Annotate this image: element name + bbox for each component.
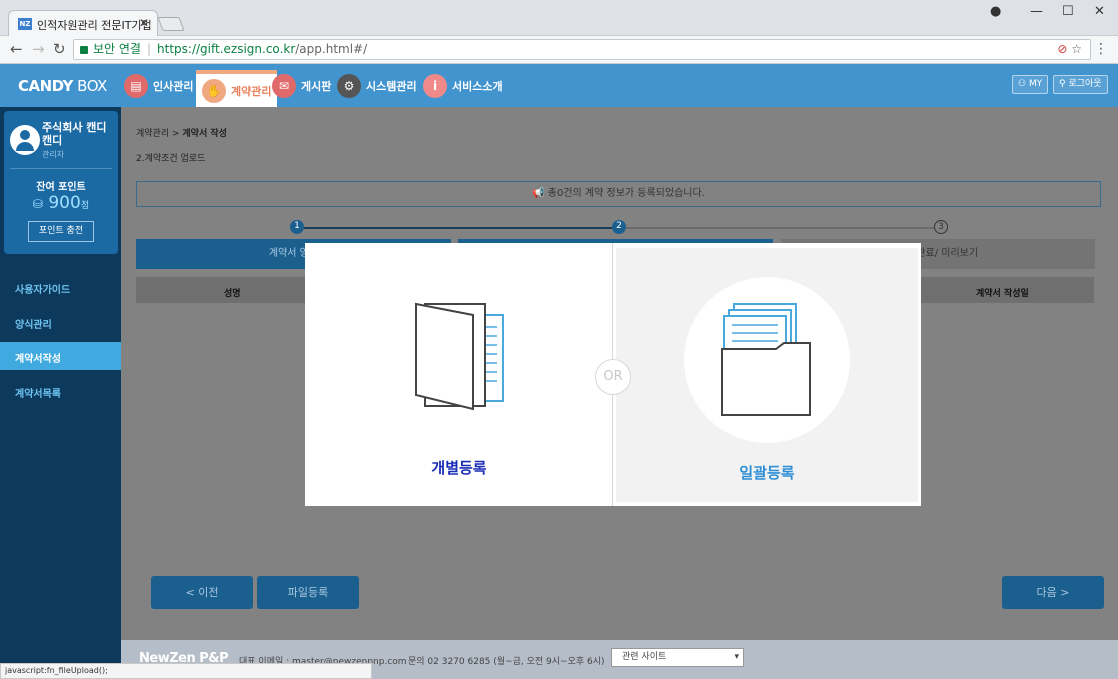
bulk-register-option[interactable]: 일괄등록 [616, 248, 918, 502]
step-3-marker: 3 [934, 220, 948, 234]
my-button[interactable]: ⚇ MY [1012, 75, 1049, 94]
maximize-icon[interactable]: ☐ [1062, 4, 1074, 19]
omnibox-icons: ⊘ ☆ [1057, 40, 1082, 59]
col-date-header: 계약서 작성일 [976, 289, 1029, 299]
bookmark-star-icon[interactable]: ☆ [1071, 42, 1082, 56]
avatar [10, 125, 40, 155]
document-icon [415, 302, 504, 411]
menu-label: 인사관리 [153, 79, 194, 93]
sidebar-item-form-management[interactable]: 양식관리 [0, 308, 121, 336]
user-role: 관리자 [42, 150, 65, 159]
browser-status-bar: javascript:fn_fileUpload(); [0, 663, 372, 679]
minimize-icon[interactable]: — [1030, 4, 1043, 19]
gear-icon: ⚙ [337, 73, 361, 98]
profile-icon[interactable]: ● [990, 4, 1001, 19]
individual-register-label: 개별등록 [431, 459, 487, 477]
back-icon[interactable]: ← [10, 40, 23, 58]
progress-line-todo [626, 227, 934, 229]
browser-menu-icon[interactable]: ⋮ [1094, 41, 1108, 57]
menu-label: 서비스소개 [452, 79, 503, 93]
menu-hr[interactable]: ▤ 인사관리 [124, 64, 193, 107]
bulk-register-label: 일괄등록 [739, 464, 795, 482]
close-tab-icon[interactable]: ✕ [139, 16, 149, 30]
menu-system[interactable]: ⚙ 시스템관리 [337, 64, 417, 107]
profile-card: 주식회사 캔디 캔디 관리자 잔여 포인트 ⛁ 900점 포인트 충전 [4, 111, 118, 254]
logout-button[interactable]: ⚲ 로그아웃 [1053, 75, 1108, 94]
candy-box-logo[interactable]: CANDY BOX [18, 77, 107, 95]
address-separator: | [146, 42, 152, 56]
or-badge: OR [595, 359, 631, 395]
menu-contract[interactable]: ✋ 계약관리 [196, 70, 278, 107]
window-close-icon[interactable]: ✕ [1094, 4, 1105, 19]
points-label: 잔여 포인트 [36, 182, 86, 193]
sidebar-item-user-guide[interactable]: 사용자가이드 [0, 273, 121, 301]
individual-register-option[interactable]: 개별등록 [305, 243, 612, 506]
url-host: https://gift.ezsign.co.kr [157, 42, 296, 56]
handshake-icon: ✋ [202, 78, 226, 103]
progress-line-done [304, 227, 614, 229]
menu-board[interactable]: ✉ 게시판 [272, 64, 331, 107]
lock-icon: ⚲ [1059, 79, 1066, 89]
next-button[interactable]: 다음 > [1002, 576, 1104, 609]
step-2-marker: 2 [612, 220, 626, 234]
col-name-header: 성명 [224, 289, 241, 299]
menu-label: 시스템관리 [366, 79, 417, 93]
user-icon: ⚇ [1018, 79, 1027, 89]
footer-phone: 문의 02 3270 6285 (월~금, 오전 9시~오후 6시) [408, 657, 605, 667]
related-sites-select[interactable]: 관련 사이트 [611, 648, 744, 667]
browser-tabbar: NZ 인적자원관리 전문IT기업 ✕ ● — ☐ ✕ [0, 0, 1118, 36]
sidebar-item-contract-list[interactable]: 계약서목록 [0, 377, 121, 405]
registration-modal: 개별등록 일괄등록 OR [305, 243, 921, 506]
folder-icon [721, 303, 811, 416]
points-display: ⛁ 900점 [4, 193, 118, 213]
coins-icon: ⛁ [32, 197, 43, 211]
forward-icon[interactable]: → [32, 40, 45, 58]
id-card-icon: ▤ [124, 73, 148, 98]
sidebar-item-contract-create[interactable]: 계약서작성 [0, 342, 121, 370]
menu-label: 계약관리 [231, 84, 272, 98]
reload-icon[interactable]: ↻ [53, 40, 66, 58]
lock-icon [80, 45, 88, 54]
new-tab-button[interactable] [157, 17, 185, 31]
menu-label: 게시판 [301, 79, 332, 93]
browser-tab[interactable]: NZ 인적자원관리 전문IT기업 ✕ [8, 10, 158, 36]
menu-service[interactable]: i 서비스소개 [423, 64, 503, 107]
address-bar[interactable]: 보안 연결 | https://gift.ezsign.co.kr/app.html… [73, 39, 1091, 60]
url-path: /app.html#/ [295, 42, 368, 56]
chat-icon: ✉ [272, 73, 296, 98]
company-name: 주식회사 캔디 캔디 [42, 121, 107, 147]
breadcrumb: 계약관리 > 계약서 작성 [136, 129, 227, 139]
charge-points-button[interactable]: 포인트 충전 [28, 221, 94, 242]
tab-title: 인적자원관리 전문IT기업 [37, 19, 152, 32]
favicon-icon: NZ [18, 18, 32, 30]
prev-button[interactable]: < 이전 [151, 576, 253, 609]
profile-divider [10, 168, 112, 169]
blocked-icon[interactable]: ⊘ [1057, 42, 1067, 56]
browser-toolbar: ← → ↻ 보안 연결 | https://gift.ezsign.co.kr/ap… [0, 36, 1118, 64]
notice-box: 📢 총0건의 계약 정보가 등록되었습니다. [136, 181, 1101, 207]
notice-text: 총0건의 계약 정보가 등록되었습니다. [547, 188, 705, 199]
megaphone-icon: 📢 [532, 188, 545, 199]
points-unit: 점 [80, 201, 90, 211]
secure-label: 보안 연결 [93, 42, 141, 56]
step-1-marker: 1 [290, 220, 304, 234]
info-icon: i [423, 73, 447, 98]
points-value: 900 [48, 193, 81, 213]
sidebar: 주식회사 캔디 캔디 관리자 잔여 포인트 ⛁ 900점 포인트 충전 사용자가… [0, 107, 121, 679]
file-upload-button[interactable]: 파일등록 [257, 576, 359, 609]
app-header: CANDY BOX ▤ 인사관리 ✋ 계약관리 ✉ 게시판 ⚙ 시스템관리 i … [0, 64, 1118, 107]
step-subtitle: 2.계약조건 업로드 [136, 154, 206, 164]
